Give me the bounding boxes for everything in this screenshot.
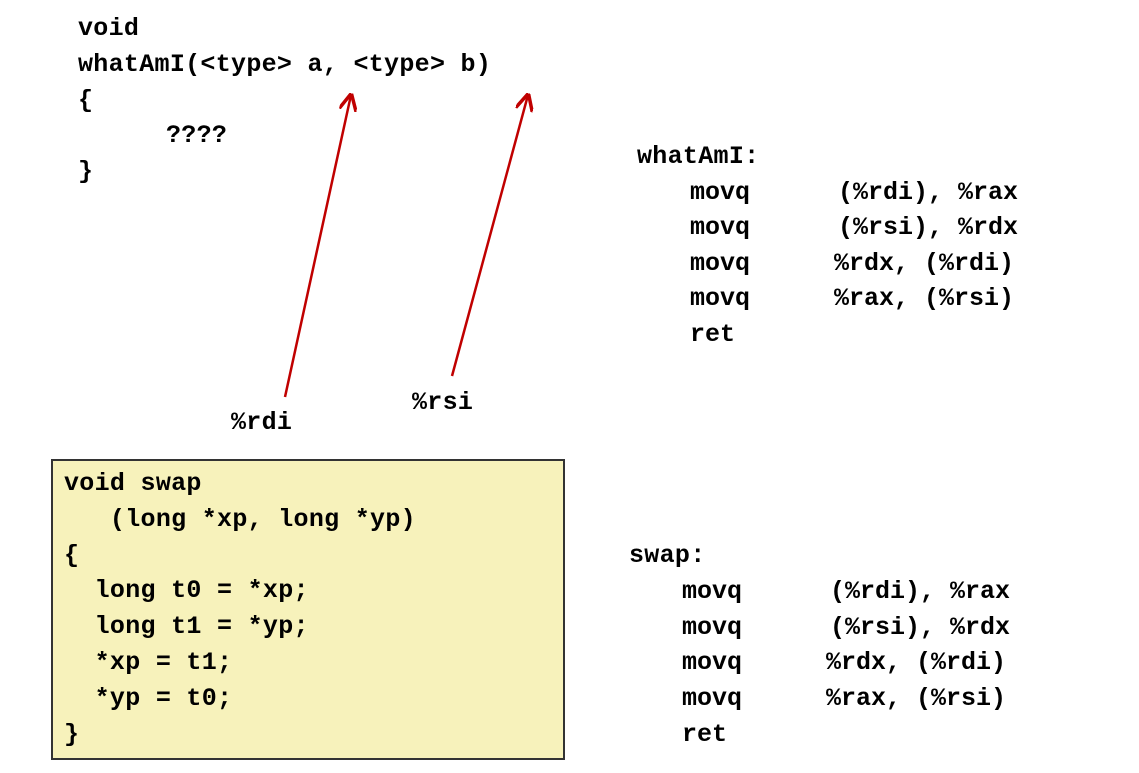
swap-args-4: %rax, (%rsi): [826, 684, 1007, 713]
whatami-args-1: (%rdi), %rax: [838, 178, 1019, 207]
arrow-rsi-to-b: [450, 95, 528, 377]
whatami-op-2: movq: [690, 213, 751, 242]
swap-op-5: ret: [682, 720, 728, 749]
swap-line-5: long t1 = *yp;: [64, 612, 309, 641]
whatami-op-5: ret: [690, 320, 736, 349]
whatami-args-3: %rdx, (%rdi): [834, 249, 1015, 278]
swap-line-8: }: [64, 720, 80, 749]
whatami-args-4: %rax, (%rsi): [834, 284, 1015, 313]
swap-op-3: movq: [682, 648, 743, 677]
register-label-rdi: %rdi: [231, 408, 293, 437]
swap-line-2: (long *xp, long *yp): [64, 505, 416, 534]
swap-args-3: %rdx, (%rdi): [826, 648, 1007, 677]
whatami-op-1: movq: [690, 178, 751, 207]
swap-line-4: long t0 = *xp;: [64, 576, 309, 605]
swap-args-2: (%rsi), %rdx: [830, 613, 1011, 642]
whatami-args-2: (%rsi), %rdx: [838, 213, 1019, 242]
whatami-op-4: movq: [690, 284, 751, 313]
swap-args-1: (%rdi), %rax: [830, 577, 1011, 606]
swap-line-1: void swap: [64, 469, 202, 498]
swap-op-1: movq: [682, 577, 743, 606]
swap-line-6: *xp = t1;: [64, 648, 233, 677]
swap-line-7: *yp = t0;: [64, 684, 233, 713]
swap-op-4: movq: [682, 684, 743, 713]
register-label-rsi: %rsi: [412, 388, 474, 417]
whatami-label: whatAmI:: [637, 142, 760, 171]
swap-label: swap:: [629, 541, 706, 570]
whatami-op-3: movq: [690, 249, 751, 278]
arrow-rdi-to-a: [283, 95, 351, 398]
swap-op-2: movq: [682, 613, 743, 642]
swap-line-3: {: [64, 541, 80, 570]
